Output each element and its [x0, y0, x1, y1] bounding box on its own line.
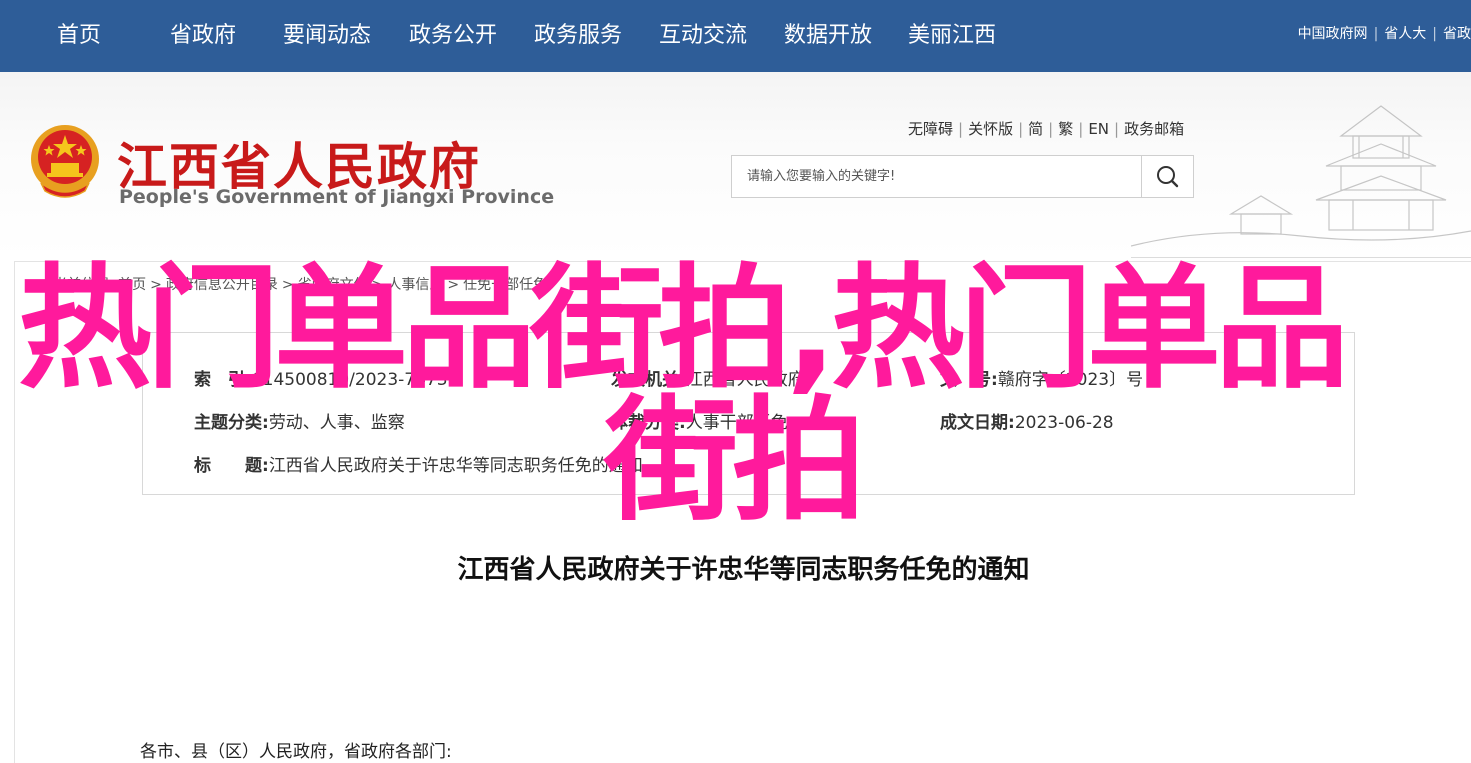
link-provincial-congress[interactable]: 省人大	[1384, 26, 1426, 42]
nav-item-interaction[interactable]: 互动交流	[659, 0, 747, 72]
search-button[interactable]	[1141, 156, 1193, 197]
nav-item-home[interactable]: 首页	[57, 0, 101, 72]
article-title: 江西省人民政府关于许忠华等同志职务任免的通知	[457, 555, 1030, 585]
divider: |	[1373, 26, 1379, 42]
nav-item-services[interactable]: 政务服务	[534, 0, 622, 72]
search-box	[731, 155, 1194, 198]
info-date-value: 2023-06-28	[1014, 413, 1114, 433]
divider: |	[1078, 120, 1084, 138]
link-english[interactable]: EN	[1088, 120, 1109, 138]
info-title-label: 标 题:	[194, 456, 269, 476]
site-subtitle-english: People's Government of Jiangxi Province	[119, 186, 555, 208]
divider: |	[958, 120, 964, 138]
divider: |	[1432, 26, 1437, 42]
link-elder-mode[interactable]: 关怀版	[968, 120, 1013, 138]
link-simplified[interactable]: 简	[1028, 120, 1043, 138]
info-title: 标 题:江西省人民政府关于许忠华等同志职务任免的通知	[194, 451, 643, 476]
overlay-text-line-2: 街拍	[604, 383, 866, 539]
info-date: 成文日期:2023-06-28	[940, 408, 1114, 433]
utility-links: 无障碍 | 关怀版 | 简 | 繁 | EN | 政务邮箱	[908, 118, 1184, 139]
info-category: 主题分类:劳动、人事、监察	[194, 408, 405, 433]
search-input[interactable]	[732, 156, 1142, 197]
top-right-links: 中国政府网 | 省人大 | 省政	[1298, 0, 1471, 68]
site-header: 江西省人民政府 People's Government of Jiangxi P…	[0, 72, 1471, 258]
article-salutation: 各市、县（区）人民政府，省政府各部门:	[140, 742, 452, 762]
top-nav-bar: 首页 省政府 要闻动态 政务公开 政务服务 互动交流 数据开放 美丽江西 中国政…	[0, 0, 1471, 72]
nav-item-provincial-government[interactable]: 省政府	[170, 0, 236, 72]
info-category-label: 主题分类:	[194, 413, 269, 433]
nav-item-open-data[interactable]: 数据开放	[784, 0, 872, 72]
info-category-value: 劳动、人事、监察	[268, 413, 405, 433]
link-traditional[interactable]: 繁	[1058, 120, 1073, 138]
search-icon	[1157, 166, 1179, 188]
nav-item-beautiful-jiangxi[interactable]: 美丽江西	[908, 0, 996, 72]
link-accessibility[interactable]: 无障碍	[908, 120, 953, 138]
divider: |	[1114, 120, 1120, 138]
link-china-gov[interactable]: 中国政府网	[1298, 26, 1368, 42]
nav-item-news[interactable]: 要闻动态	[283, 0, 371, 72]
info-date-label: 成文日期:	[940, 413, 1015, 433]
divider: |	[1018, 120, 1024, 138]
link-gov-mailbox[interactable]: 政务邮箱	[1124, 120, 1184, 138]
overlay-text-line-1: 热门单品街拍,热门单品	[18, 251, 1349, 407]
nav-item-open-government[interactable]: 政务公开	[409, 0, 497, 72]
national-emblem-icon	[31, 125, 99, 198]
divider: |	[1048, 120, 1054, 138]
info-title-value: 江西省人民政府关于许忠华等同志职务任免的通知	[268, 456, 643, 476]
link-provincial-cppcc[interactable]: 省政	[1443, 26, 1471, 42]
